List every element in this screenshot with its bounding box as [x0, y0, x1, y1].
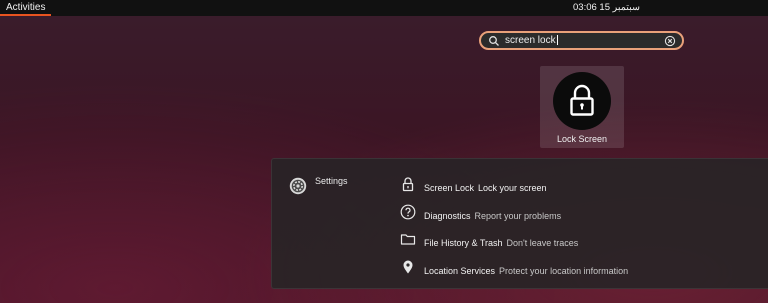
result-title: Screen Lock [424, 183, 475, 193]
clock[interactable]: 03:06 15 سبتمبر [573, 0, 640, 16]
app-result-label: Lock Screen [556, 134, 608, 144]
result-description: Lock your screen [478, 183, 547, 193]
location-pin-icon [403, 260, 413, 274]
search-icon [489, 36, 499, 46]
lock-icon [553, 72, 611, 130]
provider-label-settings[interactable]: Settings [315, 176, 348, 186]
activities-button[interactable]: Activities [0, 0, 52, 16]
result-title: Diagnostics [424, 211, 471, 221]
search-query[interactable]: screen lock [505, 33, 558, 48]
result-description: Protect your location information [499, 266, 629, 276]
top-bar: Activities 03:06 15 سبتمبر [0, 0, 768, 16]
search-input[interactable]: screen lock [479, 31, 684, 50]
search-results-panel: Settings Screen Lock Lock your screen Dia… [271, 158, 768, 289]
app-result-lock-screen[interactable]: Lock Screen [540, 66, 624, 148]
result-file-history-trash[interactable]: File History & Trash Don't leave traces [400, 229, 760, 249]
result-screen-lock[interactable]: Screen Lock Lock your screen [400, 174, 760, 194]
result-diagnostics[interactable]: Diagnostics Report your problems [400, 202, 760, 222]
clear-icon[interactable] [664, 35, 676, 47]
result-description: Report your problems [474, 211, 562, 221]
lock-icon [402, 177, 414, 192]
settings-icon[interactable] [289, 177, 307, 195]
result-description: Don't leave traces [506, 238, 579, 248]
result-title: Location Services [424, 266, 496, 276]
result-title: File History & Trash [424, 238, 503, 248]
result-location-services[interactable]: Location Services Protect your location i… [400, 257, 760, 277]
help-icon [400, 204, 416, 220]
folder-icon [400, 234, 416, 245]
